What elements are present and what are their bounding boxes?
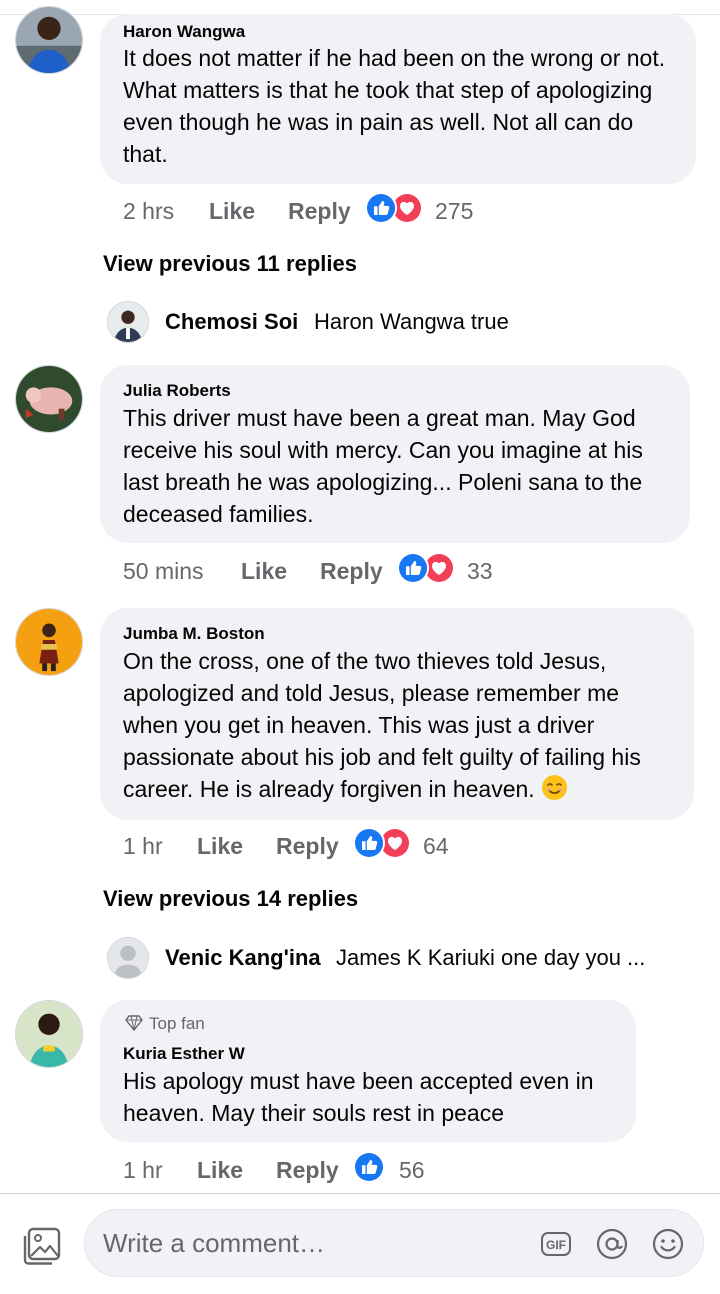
comment-author[interactable]: Kuria Esther W <box>123 1044 245 1064</box>
comment-text: His apology must have been accepted even… <box>123 1068 594 1126</box>
avatar <box>107 937 149 979</box>
reply-text: James K Kariuki one day you ... <box>336 945 646 970</box>
comment-bubble[interactable]: Haron Wangwa It does not matter if he ha… <box>100 14 696 184</box>
avatar[interactable] <box>15 6 83 74</box>
comment-time[interactable]: 1 hr <box>123 1157 163 1184</box>
reply-button[interactable]: Reply <box>276 833 339 860</box>
comment-actions: 1 hr Like Reply 64 <box>123 827 543 873</box>
like-button[interactable]: Like <box>197 833 243 860</box>
avatar[interactable] <box>15 608 83 676</box>
reply-button[interactable]: Reply <box>276 1157 339 1184</box>
comment-actions: 50 mins Like Reply 33 <box>123 552 543 598</box>
top-fan-label: Top fan <box>149 1014 205 1033</box>
gallery-icon[interactable] <box>22 1226 62 1266</box>
comment-input-box[interactable]: GIF <box>84 1209 704 1277</box>
reaction-count[interactable]: 33 <box>467 558 493 585</box>
reply-author[interactable]: Venic Kang'ina <box>165 945 321 971</box>
comment-text: It does not matter if he had been on the… <box>123 45 666 167</box>
diamond-icon <box>125 1015 143 1032</box>
comment-bubble[interactable]: Julia Roberts This driver must have been… <box>100 365 690 543</box>
reaction-count[interactable]: 275 <box>435 198 473 225</box>
avatar[interactable] <box>15 365 83 433</box>
reply-button[interactable]: Reply <box>288 198 351 225</box>
top-fan-badge: Top fan <box>125 1014 205 1034</box>
avatar[interactable] <box>15 1000 83 1068</box>
svg-text:GIF: GIF <box>546 1238 566 1252</box>
like-icon <box>397 552 429 584</box>
comment-author[interactable]: Jumba M. Boston <box>123 624 265 644</box>
avatar <box>107 301 149 343</box>
like-icon <box>365 192 397 224</box>
reaction-summary[interactable] <box>353 827 413 861</box>
reaction-count[interactable]: 56 <box>399 1157 425 1184</box>
view-previous-replies[interactable]: View previous 11 replies <box>103 251 357 277</box>
reply-button[interactable]: Reply <box>320 558 383 585</box>
smiling-face-emoji <box>541 774 568 801</box>
emoji-icon[interactable] <box>651 1227 685 1261</box>
comment-time[interactable]: 2 hrs <box>123 198 174 225</box>
comment-text: This driver must have been a great man. … <box>123 405 643 527</box>
like-button[interactable]: Like <box>197 1157 243 1184</box>
reaction-summary[interactable] <box>397 552 457 586</box>
reply-preview[interactable]: Chemosi Soi Haron Wangwa true <box>107 301 667 345</box>
comment-time[interactable]: 50 mins <box>123 558 204 585</box>
reaction-summary[interactable] <box>353 1151 387 1185</box>
comment-text: On the cross, one of the two thieves tol… <box>123 645 676 805</box>
comment-author[interactable]: Haron Wangwa <box>123 22 245 42</box>
comment-time[interactable]: 1 hr <box>123 833 163 860</box>
reply-preview[interactable]: Venic Kang'ina James K Kariuki one day y… <box>107 937 687 981</box>
comment-input[interactable] <box>103 1210 523 1276</box>
reaction-summary[interactable] <box>365 192 425 226</box>
comment-actions: 1 hr Like Reply 56 <box>123 1151 523 1197</box>
like-button[interactable]: Like <box>241 558 287 585</box>
comment-actions: 2 hrs Like Reply 275 <box>123 192 543 238</box>
comment-bubble[interactable]: Jumba M. Boston On the cross, one of the… <box>100 608 694 820</box>
like-button[interactable]: Like <box>209 198 255 225</box>
comment-bubble[interactable]: Top fan Kuria Esther W His apology must … <box>100 1000 636 1142</box>
reply-author[interactable]: Chemosi Soi <box>165 309 298 335</box>
mention-icon[interactable] <box>595 1227 629 1261</box>
like-icon <box>353 827 385 859</box>
comment-composer: GIF <box>0 1193 720 1294</box>
view-previous-replies[interactable]: View previous 14 replies <box>103 886 358 912</box>
like-icon <box>353 1151 385 1183</box>
gif-icon[interactable]: GIF <box>539 1227 573 1261</box>
reaction-count[interactable]: 64 <box>423 833 449 860</box>
reply-text: Haron Wangwa true <box>314 309 509 334</box>
comment-author[interactable]: Julia Roberts <box>123 381 231 401</box>
